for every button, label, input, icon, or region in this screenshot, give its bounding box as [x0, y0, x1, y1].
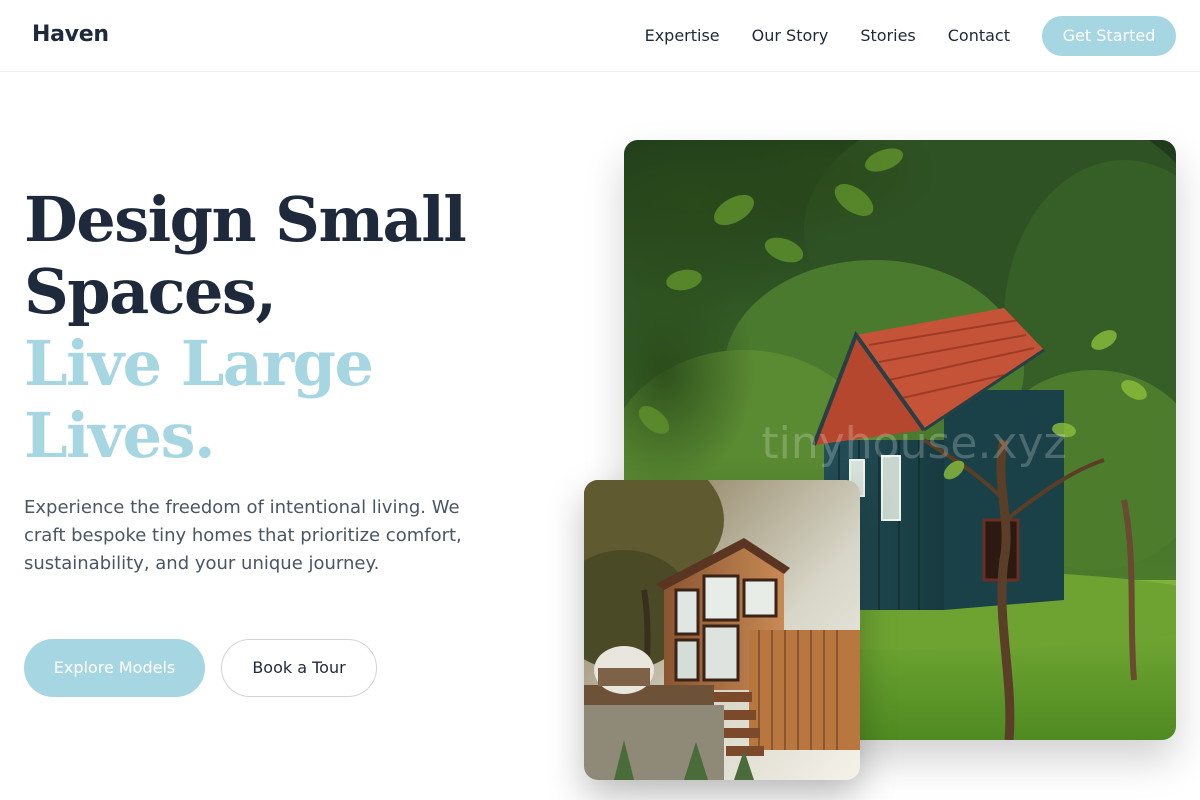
nav-link-our-story[interactable]: Our Story — [752, 16, 829, 56]
headline-line-2: Spaces, — [24, 255, 277, 328]
hero-headline: Design Small Spaces, Live Large Lives. — [24, 183, 467, 472]
main-nav: Expertise Our Story Stories Contact Get … — [645, 16, 1176, 56]
nav-link-contact[interactable]: Contact — [948, 16, 1010, 56]
nav-link-expertise[interactable]: Expertise — [645, 16, 720, 56]
brand-logo[interactable]: Haven — [32, 21, 109, 49]
get-started-button[interactable]: Get Started — [1042, 16, 1176, 56]
headline-line-1: Design Small — [24, 183, 467, 256]
site-header: Haven Expertise Our Story Stories Contac… — [0, 0, 1200, 72]
nav-link-stories[interactable]: Stories — [860, 16, 915, 56]
hero-image-tiny-house — [584, 480, 860, 780]
headline-accent-line-2: Lives. — [24, 399, 216, 472]
book-tour-button[interactable]: Book a Tour — [221, 639, 377, 697]
hero-description: Experience the freedom of intentional li… — [24, 497, 462, 574]
headline-accent-line-1: Live Large — [24, 327, 374, 400]
watermark-text: tinyhouse.xyz — [761, 418, 1066, 469]
explore-models-button[interactable]: Explore Models — [24, 639, 205, 697]
